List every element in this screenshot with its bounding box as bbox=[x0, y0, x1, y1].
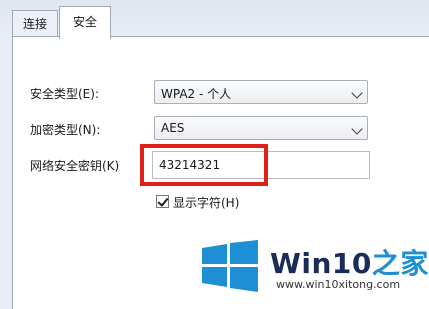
security-type-value: WPA2 - 个人 bbox=[161, 87, 232, 101]
chevron-down-icon bbox=[351, 87, 363, 99]
security-type-select[interactable]: WPA2 - 个人 bbox=[154, 80, 368, 104]
watermark-title: Win10之家 bbox=[270, 242, 429, 282]
encryption-type-label: 加密类型(N): bbox=[30, 123, 101, 137]
watermark: Win10之家 www.win10xitong.com bbox=[200, 228, 429, 309]
watermark-url: www.win10xitong.com bbox=[276, 278, 401, 291]
tab-bar: 连接 安全 bbox=[0, 0, 429, 39]
watermark-title-suffix: 之家 bbox=[371, 247, 429, 280]
windows-logo-icon bbox=[202, 240, 258, 292]
highlight-box bbox=[140, 144, 268, 186]
chevron-down-icon bbox=[351, 123, 363, 135]
encryption-type-value: AES bbox=[161, 121, 185, 135]
tab-connection[interactable]: 连接 bbox=[12, 10, 58, 37]
tab-security[interactable]: 安全 bbox=[59, 6, 111, 39]
show-chars-checkbox[interactable] bbox=[156, 195, 169, 208]
security-type-label: 安全类型(E): bbox=[30, 87, 99, 101]
watermark-title-prefix: Win10 bbox=[270, 247, 372, 280]
network-key-label: 网络安全密钥(K) bbox=[30, 159, 120, 173]
show-chars-label[interactable]: 显示字符(H) bbox=[173, 194, 239, 211]
encryption-type-select[interactable]: AES bbox=[154, 116, 368, 140]
checkmark-icon bbox=[157, 195, 169, 207]
